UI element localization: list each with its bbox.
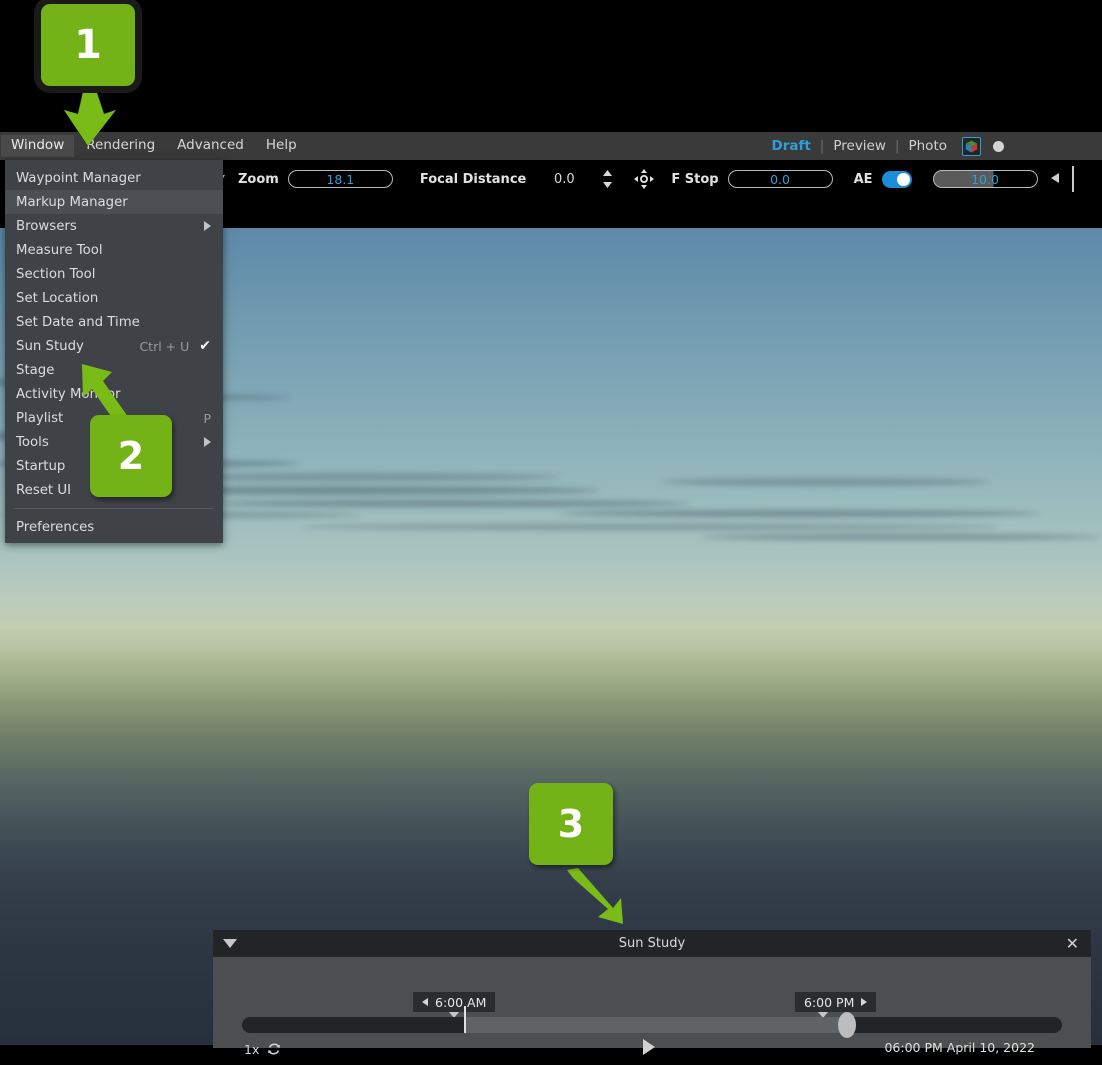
menu-divider xyxy=(14,508,214,509)
mode-photo[interactable]: Photo xyxy=(908,138,947,154)
menu-help[interactable]: Help xyxy=(256,135,307,158)
triangle-left-icon[interactable] xyxy=(422,998,428,1006)
menu-item-label: Section Tool xyxy=(16,266,96,282)
cube-icon[interactable] xyxy=(962,136,981,156)
cloud-shape xyxy=(210,500,690,507)
timeline-handle[interactable] xyxy=(838,1012,856,1038)
cloud-shape xyxy=(560,510,1040,517)
cloud-shape xyxy=(300,524,1000,530)
circle-icon[interactable] xyxy=(993,140,1004,152)
focal-distance-label: Focal Distance xyxy=(419,171,527,187)
ae-label: AE xyxy=(853,171,873,187)
callout-badge-3: 3 xyxy=(529,783,613,865)
toolbar-divider xyxy=(1071,166,1074,192)
callout-3-arrow xyxy=(567,868,623,924)
sun-study-body: 6:00 AM 6:00 PM 1x 06:00 PM April 10, 20… xyxy=(213,957,1091,1057)
menu-item-label: Browsers xyxy=(16,218,77,234)
callout-badge-2: 2 xyxy=(90,415,172,497)
menu-item-waypoint-manager[interactable]: Waypoint Manager xyxy=(5,166,223,190)
timeline-start-tick xyxy=(464,1006,466,1033)
end-time-badge[interactable]: 6:00 PM xyxy=(795,992,877,1018)
menu-item-label: Preferences xyxy=(16,519,95,535)
mode-draft[interactable]: Draft xyxy=(771,138,810,154)
menu-item-set-location[interactable]: Set Location xyxy=(5,286,223,310)
menu-item-preferences[interactable]: Preferences xyxy=(5,515,223,539)
menu-item-measure-tool[interactable]: Measure Tool xyxy=(5,238,223,262)
menu-item-sun-study[interactable]: Sun Study Ctrl + U ✔ xyxy=(5,334,223,358)
menu-item-browsers[interactable]: Browsers xyxy=(5,214,223,238)
play-triangle-icon[interactable] xyxy=(643,1039,655,1055)
cloud-shape xyxy=(700,534,1100,540)
menu-item-label: Markup Manager xyxy=(16,194,128,210)
callout-number: 2 xyxy=(117,434,145,478)
menu-item-label: Stage xyxy=(16,362,55,378)
menu-advanced[interactable]: Advanced xyxy=(167,135,254,158)
triangle-left-icon[interactable] xyxy=(1050,172,1059,186)
zoom-input[interactable]: 18.1 xyxy=(287,170,393,188)
application-window: Zoom 18.1 Focal Distance 0.0 F Stop 0.0 … xyxy=(0,0,1102,1065)
menu-item-shortcut: Ctrl + U xyxy=(139,338,190,354)
callout-number: 1 xyxy=(74,22,102,68)
render-mode-switcher: Draft | Preview | Photo xyxy=(771,136,1102,156)
header-bar: Window Rendering Advanced Help Draft | P… xyxy=(0,132,1102,160)
start-time-label: 6:00 AM xyxy=(435,994,487,1010)
menu-item-label: Sun Study xyxy=(16,338,84,354)
current-datetime-label: 06:00 PM April 10, 2022 xyxy=(884,1040,1035,1055)
callout-badge-1: 1 xyxy=(41,4,135,86)
end-time-label: 6:00 PM xyxy=(804,994,855,1010)
fstop-label: F Stop xyxy=(671,171,719,187)
menu-item-label: Set Location xyxy=(16,290,99,306)
menu-item-set-date-and-time[interactable]: Set Date and Time xyxy=(5,310,223,334)
ae-toggle[interactable] xyxy=(881,170,912,188)
exposure-input[interactable]: 10.0 xyxy=(932,170,1038,188)
playback-speed-label[interactable]: 1x xyxy=(244,1042,259,1057)
menu-item-section-tool[interactable]: Section Tool xyxy=(5,262,223,286)
collapse-triangle-down-icon[interactable] xyxy=(223,939,237,948)
menu-item-markup-manager[interactable]: Markup Manager xyxy=(5,190,223,214)
menu-item-label: Tools xyxy=(16,434,49,450)
checkmark-icon: ✔ xyxy=(199,338,211,354)
submenu-arrow-icon xyxy=(204,221,211,231)
menu-item-label: Startup xyxy=(16,458,66,474)
sun-study-title: Sun Study xyxy=(618,936,686,951)
mode-separator: | xyxy=(894,138,900,154)
callout-number: 3 xyxy=(557,802,585,846)
zoom-label: Zoom xyxy=(238,171,279,187)
menu-item-label: Waypoint Manager xyxy=(16,170,141,186)
submenu-arrow-icon xyxy=(204,437,211,447)
cloud-shape xyxy=(660,478,990,486)
menu-item-label: Set Date and Time xyxy=(16,314,140,330)
close-x-icon[interactable]: ✕ xyxy=(1066,934,1079,954)
menu-item-shortcut: P xyxy=(203,410,211,426)
up-down-arrows-icon[interactable] xyxy=(602,169,613,189)
start-time-badge[interactable]: 6:00 AM xyxy=(413,992,496,1018)
sun-study-panel: Sun Study ✕ 6:00 AM 6:00 PM 1x 06:00 PM … xyxy=(213,930,1091,1057)
focal-distance-value[interactable]: 0.0 xyxy=(551,172,577,187)
menu-item-label: Measure Tool xyxy=(16,242,103,258)
mode-separator: | xyxy=(819,138,825,154)
timeline-active-range xyxy=(464,1017,845,1033)
sun-study-footer: 1x 06:00 PM April 10, 2022 xyxy=(213,1036,1091,1062)
mode-preview[interactable]: Preview xyxy=(833,138,886,154)
triangle-right-icon[interactable] xyxy=(861,998,868,1006)
loop-refresh-icon[interactable] xyxy=(267,1042,281,1056)
focus-target-icon[interactable] xyxy=(634,169,655,189)
sun-study-titlebar: Sun Study ✕ xyxy=(213,930,1091,957)
menu-item-label: Playlist xyxy=(16,410,64,426)
sun-study-timeline-track[interactable] xyxy=(242,1006,1062,1038)
fstop-input[interactable]: 0.0 xyxy=(727,170,833,188)
menu-item-label: Reset UI xyxy=(16,482,72,498)
